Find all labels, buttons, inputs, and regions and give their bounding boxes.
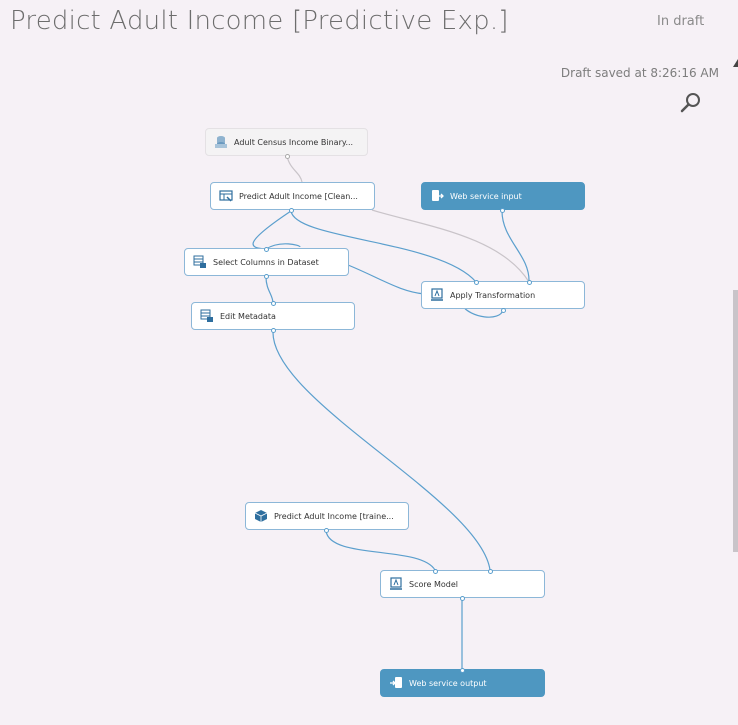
transform-icon bbox=[219, 189, 233, 203]
connector-clean-to-ws-gray bbox=[371, 209, 530, 283]
table-icon bbox=[200, 309, 214, 323]
connector-clean-to-select bbox=[252, 210, 292, 250]
input-port[interactable] bbox=[487, 568, 493, 574]
module-edit-metadata[interactable]: Edit Metadata bbox=[191, 302, 355, 330]
module-predict-adult-income-clean[interactable]: Predict Adult Income [Clean... bbox=[210, 182, 375, 210]
module-web-service-output[interactable]: Web service output bbox=[380, 669, 545, 697]
web-service-input-icon bbox=[430, 189, 444, 203]
connector-wsin-to-apply bbox=[501, 210, 530, 283]
input-port[interactable] bbox=[526, 279, 532, 285]
experiment-canvas[interactable]: Predict Adult Income [Predictive Exp.] I… bbox=[0, 0, 738, 725]
input-port[interactable] bbox=[459, 667, 465, 673]
connector-trained-to-score bbox=[325, 530, 436, 571]
module-label: Edit Metadata bbox=[220, 311, 276, 321]
search-icon[interactable] bbox=[679, 91, 703, 115]
collapse-arrow-icon[interactable] bbox=[733, 52, 738, 67]
page-title: Predict Adult Income [Predictive Exp.] bbox=[10, 6, 509, 36]
module-label: Web service input bbox=[450, 191, 522, 201]
module-label: Select Columns in Dataset bbox=[213, 257, 319, 267]
output-port[interactable] bbox=[459, 595, 465, 601]
output-port[interactable] bbox=[263, 273, 269, 279]
score-icon bbox=[430, 288, 444, 302]
output-port[interactable] bbox=[284, 153, 290, 159]
connector-select-to-edit bbox=[265, 276, 274, 304]
score-icon bbox=[389, 577, 403, 591]
saved-status: Draft saved at 8:26:16 AM bbox=[560, 66, 719, 80]
module-label: Apply Transformation bbox=[450, 290, 536, 300]
output-port[interactable] bbox=[323, 527, 329, 533]
input-port[interactable] bbox=[473, 279, 479, 285]
connector-select-to-apply bbox=[347, 264, 426, 295]
dataset-icon bbox=[214, 135, 228, 149]
output-port[interactable] bbox=[270, 327, 276, 333]
module-score-model[interactable]: Score Model bbox=[380, 570, 545, 598]
connector-edit-to-score bbox=[272, 330, 491, 571]
module-label: Predict Adult Income [traine... bbox=[274, 511, 394, 521]
connection-lines bbox=[252, 155, 530, 670]
input-port[interactable] bbox=[270, 300, 276, 306]
output-port[interactable] bbox=[288, 207, 294, 213]
module-select-columns[interactable]: Select Columns in Dataset bbox=[184, 248, 349, 276]
draft-status: In draft bbox=[657, 14, 705, 29]
module-web-service-input[interactable]: Web service input bbox=[421, 182, 585, 210]
input-port[interactable] bbox=[432, 568, 438, 574]
connector-census-to-clean bbox=[286, 155, 303, 183]
module-apply-transformation[interactable]: Apply Transformation bbox=[421, 281, 585, 309]
input-port[interactable] bbox=[263, 246, 269, 252]
module-trained-model[interactable]: Predict Adult Income [traine... bbox=[245, 502, 409, 530]
output-port[interactable] bbox=[499, 207, 505, 213]
output-port[interactable] bbox=[500, 307, 506, 313]
table-icon bbox=[193, 255, 207, 269]
vertical-scrollbar[interactable] bbox=[733, 290, 738, 552]
module-label: Web service output bbox=[409, 678, 487, 688]
cube-icon bbox=[254, 509, 268, 523]
module-adult-census-dataset[interactable]: Adult Census Income Binary... bbox=[205, 128, 368, 156]
web-service-output-icon bbox=[389, 676, 403, 690]
module-label: Predict Adult Income [Clean... bbox=[239, 191, 358, 201]
module-label: Score Model bbox=[409, 579, 458, 589]
module-label: Adult Census Income Binary... bbox=[234, 137, 354, 147]
